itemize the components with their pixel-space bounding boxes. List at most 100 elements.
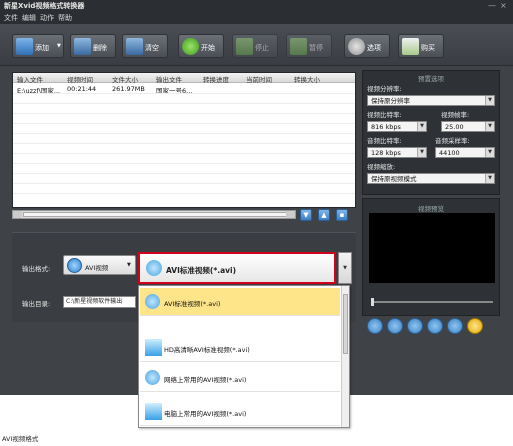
avi-format-icon [146, 260, 162, 276]
clear-button[interactable]: 清空 [122, 34, 168, 58]
chevron-down-icon: ▼ [485, 148, 494, 157]
column-header-input[interactable]: 输入文件 [17, 74, 43, 84]
pause-icon [290, 38, 307, 55]
scroll-thumb[interactable] [343, 294, 348, 354]
format-option[interactable]: 网络上常用的AVI视频(*.avi) [140, 364, 340, 392]
column-header-current-time[interactable]: 当前时间 [246, 74, 272, 84]
column-header-size[interactable]: 文件大小 [112, 74, 138, 84]
start-button[interactable]: 开始 [178, 34, 224, 58]
avi-format-icon [145, 294, 160, 309]
horizontal-scrollbar[interactable] [12, 210, 296, 219]
cell-size: 261.97MB [112, 85, 145, 93]
scroll-right-arrow[interactable] [286, 211, 295, 218]
clear-label: 清空 [145, 44, 159, 52]
video-bitrate-label: 视频比特率: [367, 111, 402, 119]
column-header-progress[interactable]: 转换进度 [203, 74, 229, 84]
chevron-down-icon: ▼ [57, 43, 61, 49]
stop-icon [236, 38, 253, 55]
snapshot-button[interactable] [447, 318, 463, 334]
column-header-duration[interactable]: 视频时间 [67, 74, 93, 84]
preview-section-title: 视频预览 [418, 205, 444, 213]
format-option-label: AVI标准视频(*.avi) [164, 300, 221, 308]
framerate-select[interactable]: 25.00 ▼ [441, 121, 495, 132]
pause-button[interactable]: 暂停 [286, 34, 332, 58]
open-folder-button[interactable] [467, 318, 483, 334]
format-option-label: HD高清晰AVI标准视频(*.avi) [164, 346, 250, 354]
format-option[interactable]: AVI标准视频(*.avi) [140, 288, 340, 316]
delete-file-icon [74, 38, 91, 55]
footer-caption: AVI视频格式 [2, 435, 39, 443]
scale-select[interactable]: 保持原视频模式 ▼ [367, 173, 495, 184]
output-dir-label: 输出目录: [22, 300, 51, 308]
add-button[interactable]: 添加 ▼ [12, 34, 64, 58]
format-option[interactable]: HD高清晰AVI标准视频(*.avi) [140, 334, 340, 362]
samplerate-label: 音频采样率: [435, 137, 470, 145]
settings-panel: 预置选项 视频分辨率: 保持原分辨率 ▼ 视频比特率: 视频帧率: 816 kb… [362, 70, 500, 195]
format-select[interactable]: AVI标准视频(*.avi) [138, 252, 336, 284]
stop-label: 停止 [255, 44, 269, 52]
resolution-select[interactable]: 保持原分辨率 ▼ [367, 95, 495, 106]
format-option[interactable]: 电脑上常用的AVI视频(*.avi) [140, 398, 340, 426]
seek-slider-knob[interactable] [371, 298, 374, 306]
file-list[interactable]: 输入文件 视频时间 文件大小 输出文件 转换进度 当前时间 转换大小 E:\uz… [12, 72, 356, 208]
scroll-thumb[interactable] [23, 212, 287, 217]
row-divider [13, 143, 355, 144]
move-down-button[interactable]: ▼ [300, 209, 312, 221]
stop-button[interactable]: 停止 [232, 34, 278, 58]
title-bar: 新星Xvid视频格式转换器 — × [0, 0, 513, 12]
file-list-header: 输入文件 视频时间 文件大小 输出文件 转换进度 当前时间 转换大小 [13, 73, 355, 84]
delete-label: 删除 [93, 44, 107, 52]
pause-preview-button[interactable] [387, 318, 403, 334]
column-header-converted-size[interactable]: 转换大小 [294, 74, 320, 84]
framerate-label: 视频帧率: [441, 111, 470, 119]
row-divider [13, 93, 355, 94]
close-button[interactable]: × [500, 1, 507, 10]
start-label: 开始 [201, 44, 215, 52]
move-up-button[interactable]: ▲ [318, 209, 330, 221]
menu-action[interactable]: 动作 [40, 13, 54, 23]
minimize-button[interactable]: — [488, 1, 496, 10]
menu-help[interactable]: 帮助 [58, 13, 72, 23]
options-button[interactable]: 选项 [344, 34, 390, 58]
toolbar: 添加 ▼ 删除 清空 开始 停止 暂停 选项 购买 [0, 24, 513, 66]
video-bitrate-select[interactable]: 816 kbps ▼ [367, 121, 427, 132]
chevron-down-icon: ▼ [417, 148, 426, 157]
video-preview-screen [369, 213, 495, 283]
output-dir-field[interactable]: C:\新星视频软件输出 [63, 296, 136, 308]
menu-bar: 文件 编辑 动作 帮助 [0, 12, 513, 24]
stop-preview-button[interactable] [407, 318, 423, 334]
audio-bitrate-label: 音频比特率: [367, 137, 402, 145]
column-header-output[interactable]: 输出文件 [156, 74, 182, 84]
samplerate-select[interactable]: 44100 ▼ [435, 147, 495, 158]
delete-button[interactable]: 删除 [70, 34, 116, 58]
format-category-select[interactable]: AVI视频 ▼ [63, 255, 136, 275]
format-dropdown-button[interactable]: ▼ [338, 252, 352, 284]
menu-file[interactable]: 文件 [4, 13, 18, 23]
format-dropdown-list[interactable]: AVI标准视频(*.avi) HD高清晰AVI标准视频(*.avi) 网络上常用… [138, 285, 350, 428]
avi-format-icon [145, 370, 160, 385]
seek-slider[interactable] [371, 298, 493, 306]
chevron-down-icon: ▼ [485, 174, 494, 183]
framerate-value: 25.00 [445, 123, 464, 131]
volume-button[interactable] [427, 318, 443, 334]
resolution-value: 保持原分辨率 [371, 97, 410, 105]
audio-bitrate-select[interactable]: 128 kbps ▼ [367, 147, 427, 158]
row-divider [13, 123, 355, 124]
properties-button[interactable]: ▪ [336, 209, 348, 221]
play-button[interactable] [367, 318, 383, 334]
row-divider [13, 133, 355, 134]
format-selected-value: AVI标准视频(*.avi) [166, 266, 237, 275]
chevron-down-icon: ▼ [485, 122, 494, 131]
row-divider [13, 193, 355, 194]
format-list-scrollbar[interactable] [341, 286, 349, 427]
buy-button[interactable]: 购买 [398, 34, 444, 58]
menu-edit[interactable]: 编辑 [22, 13, 36, 23]
add-label: 添加 [35, 44, 49, 52]
add-file-icon [16, 38, 33, 55]
scale-label: 视频缩放: [367, 163, 396, 171]
scroll-left-arrow[interactable] [13, 211, 22, 218]
output-format-label: 输出格式: [22, 265, 51, 273]
video-bitrate-value: 816 kbps [371, 123, 401, 131]
options-label: 选项 [367, 44, 381, 52]
format-option-label: 网络上常用的AVI视频(*.avi) [164, 376, 247, 384]
